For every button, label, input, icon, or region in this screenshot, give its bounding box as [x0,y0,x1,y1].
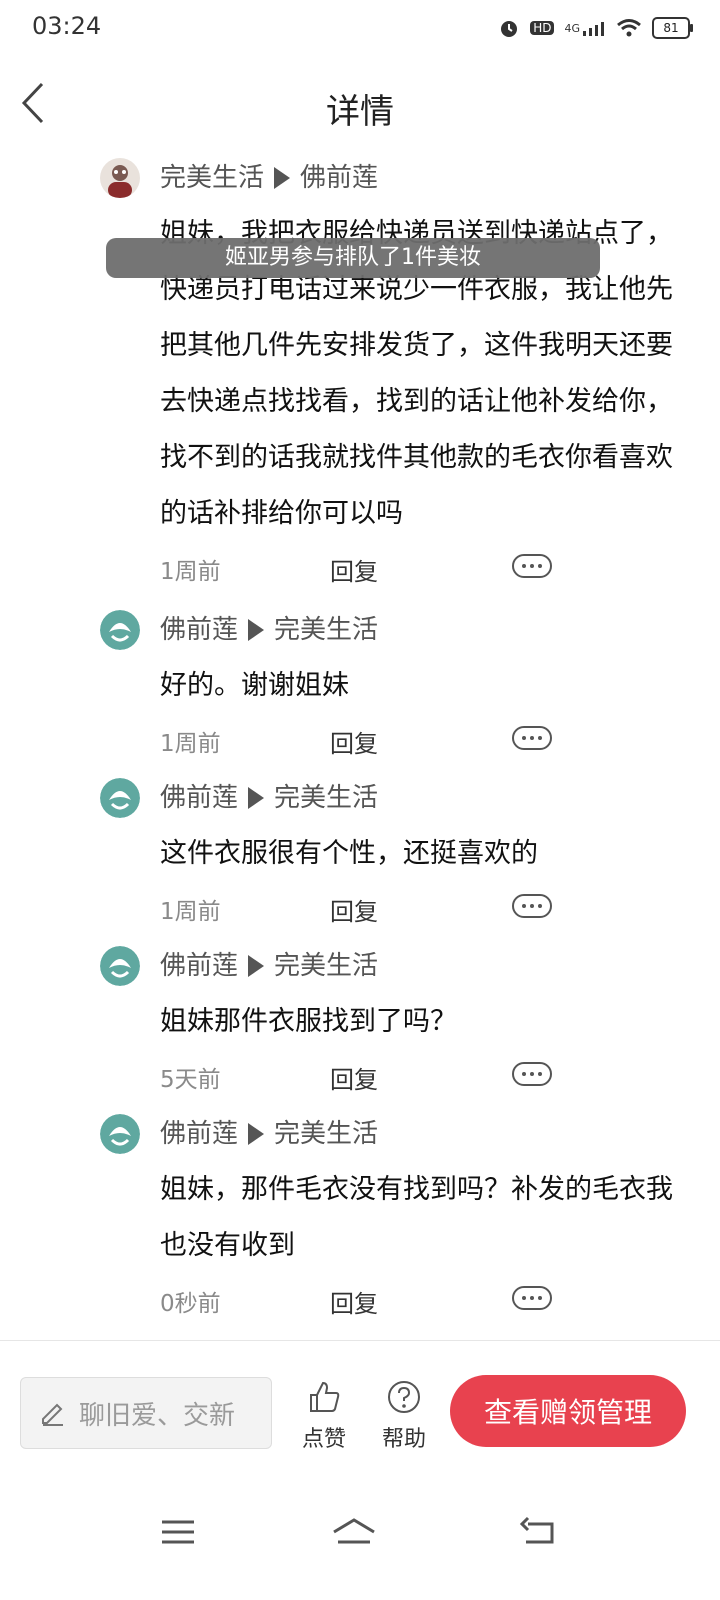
help-icon [388,1381,420,1413]
view-gift-management-button[interactable]: 查看赠领管理 [450,1375,686,1447]
comment-target[interactable]: 佛前莲 [300,150,378,206]
comment-target[interactable]: 完美生活 [274,770,378,826]
more-icon[interactable] [512,1062,552,1086]
avatar[interactable] [100,946,140,986]
comment-meta: 完美生活 佛前莲 [160,150,680,206]
signal-icon: 4G [564,19,606,37]
like-button[interactable]: 点赞 [294,1379,354,1453]
comment-target[interactable]: 完美生活 [274,602,378,658]
comment-author[interactable]: 佛前莲 [160,770,238,826]
system-navigation-bar [0,1490,720,1600]
status-icons: HD 4G 81 [498,14,693,42]
comment-author[interactable]: 佛前莲 [160,938,238,994]
more-icon[interactable] [512,894,552,918]
comment-time: 0秒前 [160,1291,221,1317]
comment-time: 1周前 [160,731,221,757]
network-label: 4G [564,21,580,35]
comment-item: 佛前莲 完美生活 这件衣服很有个性，还挺喜欢的 1周前 回复 [0,770,720,938]
comment-author[interactable]: 佛前莲 [160,602,238,658]
arrow-icon [274,167,291,189]
reply-button[interactable]: 回复 [330,552,378,587]
avatar[interactable] [100,1114,140,1154]
comment-item: 佛前莲 完美生活 好的。谢谢姐妹 1周前 回复 [0,602,720,770]
comment-input[interactable]: 聊旧爱、交新 [20,1377,272,1449]
reply-button[interactable]: 回复 [330,892,378,927]
avatar[interactable] [100,158,140,198]
comment-list: 完美生活 佛前莲 姐妹，我把衣服给快递员送到快递站点了，快递员打电话过来说少一件… [0,150,720,1340]
status-time: 03:24 [32,12,102,40]
comment-text: 好的。谢谢姐妹 [160,670,349,701]
comment-text: 这件衣服很有个性，还挺喜欢的 [160,838,538,869]
comment-meta: 佛前莲 完美生活 [160,770,680,826]
toast-notification: 姬亚男参与排队了1件美妆 [106,238,600,278]
home-icon[interactable] [330,1512,375,1552]
comment-target[interactable]: 完美生活 [274,938,378,994]
comment-meta: 佛前莲 完美生活 [160,1106,680,1162]
comment-author[interactable]: 佛前莲 [160,1106,238,1162]
alarm-icon [498,17,520,39]
arrow-icon [248,787,265,809]
status-bar: 03:24 HD 4G 81 [0,0,720,56]
comment-meta: 佛前莲 完美生活 [160,938,680,994]
comment-item: 佛前莲 完美生活 姐妹那件衣服找到了吗？ 5天前 回复 [0,938,720,1106]
help-button[interactable]: 帮助 [374,1379,434,1453]
comment-actions: 0秒前 回复 [160,1274,680,1330]
hd-icon: HD [530,21,555,35]
back-nav-icon[interactable] [518,1512,562,1552]
page-title: 详情 [326,92,394,132]
more-icon[interactable] [512,1286,552,1310]
arrow-icon [248,619,265,641]
comment-actions: 1周前 回复 [160,882,680,938]
thumbs-up-icon [310,1381,340,1412]
comment-time: 1周前 [160,559,221,585]
avatar[interactable] [100,778,140,818]
battery-icon: 81 [652,17,693,39]
like-label: 点赞 [301,1427,346,1452]
arrow-icon [248,955,265,977]
header: 详情 [0,60,720,150]
wifi-icon [616,18,642,38]
comment-input-placeholder: 聊旧爱、交新 [79,1400,236,1431]
comment-actions: 1周前 回复 [160,714,680,770]
reply-button[interactable]: 回复 [330,1284,378,1319]
hd-label: HD [530,21,555,35]
comment-time: 1周前 [160,899,221,925]
help-label: 帮助 [381,1427,426,1452]
menu-icon[interactable] [156,1512,200,1552]
avatar[interactable] [100,610,140,650]
comment-time: 5天前 [160,1067,221,1093]
reply-button[interactable]: 回复 [330,724,378,759]
reply-button[interactable]: 回复 [330,1060,378,1095]
bottom-action-bar: 聊旧爱、交新 点赞 帮助 查看赠领管理 [0,1341,720,1481]
comment-text: 姐妹那件衣服找到了吗？ [160,1006,457,1037]
comment-item: 完美生活 佛前莲 姐妹，我把衣服给快递员送到快递站点了，快递员打电话过来说少一件… [0,150,720,598]
more-icon[interactable] [512,726,552,750]
comment-text: 姐妹，那件毛衣没有找到吗？补发的毛衣我也没有收到 [160,1174,673,1261]
comment-meta: 佛前莲 完美生活 [160,602,680,658]
comment-author[interactable]: 完美生活 [160,150,264,206]
more-icon[interactable] [512,554,552,578]
comment-item: 佛前莲 完美生活 姐妹，那件毛衣没有找到吗？补发的毛衣我也没有收到 0秒前 回复 [0,1106,720,1330]
arrow-icon [248,1123,265,1145]
pencil-icon [42,1403,63,1426]
comment-target[interactable]: 完美生活 [274,1106,378,1162]
comment-actions: 5天前 回复 [160,1050,680,1106]
comment-actions: 1周前 回复 [160,542,680,598]
